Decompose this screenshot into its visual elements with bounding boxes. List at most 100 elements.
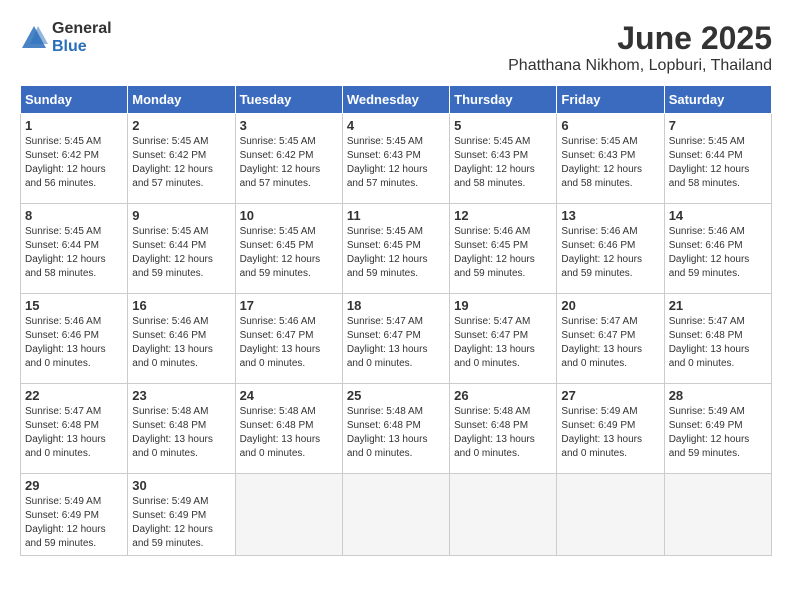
day-number: 29	[25, 478, 123, 493]
day-info: Sunrise: 5:46 AMSunset: 6:47 PMDaylight:…	[240, 315, 338, 371]
day-info: Sunrise: 5:49 AMSunset: 6:49 PMDaylight:…	[561, 405, 659, 461]
day-cell-13: 13 Sunrise: 5:46 AMSunset: 6:46 PMDaylig…	[557, 204, 664, 294]
day-cell-3: 3 Sunrise: 5:45 AMSunset: 6:42 PMDayligh…	[235, 114, 342, 204]
day-number: 4	[347, 118, 445, 133]
day-info: Sunrise: 5:47 AMSunset: 6:47 PMDaylight:…	[454, 315, 552, 371]
empty-cell	[664, 474, 771, 556]
logo: General Blue	[20, 20, 112, 55]
empty-cell	[450, 474, 557, 556]
day-cell-20: 20 Sunrise: 5:47 AMSunset: 6:47 PMDaylig…	[557, 294, 664, 384]
day-number: 30	[132, 478, 230, 493]
day-cell-17: 17 Sunrise: 5:46 AMSunset: 6:47 PMDaylig…	[235, 294, 342, 384]
day-cell-29: 29 Sunrise: 5:49 AMSunset: 6:49 PMDaylig…	[21, 474, 128, 556]
day-number: 13	[561, 208, 659, 223]
day-info: Sunrise: 5:45 AMSunset: 6:45 PMDaylight:…	[347, 225, 445, 281]
day-info: Sunrise: 5:45 AMSunset: 6:44 PMDaylight:…	[132, 225, 230, 281]
day-cell-12: 12 Sunrise: 5:46 AMSunset: 6:45 PMDaylig…	[450, 204, 557, 294]
day-info: Sunrise: 5:46 AMSunset: 6:46 PMDaylight:…	[669, 225, 767, 281]
day-number: 17	[240, 298, 338, 313]
day-info: Sunrise: 5:47 AMSunset: 6:48 PMDaylight:…	[669, 315, 767, 371]
day-info: Sunrise: 5:45 AMSunset: 6:44 PMDaylight:…	[25, 225, 123, 281]
day-cell-24: 24 Sunrise: 5:48 AMSunset: 6:48 PMDaylig…	[235, 384, 342, 474]
day-number: 27	[561, 388, 659, 403]
day-cell-21: 21 Sunrise: 5:47 AMSunset: 6:48 PMDaylig…	[664, 294, 771, 384]
week-row-3: 15 Sunrise: 5:46 AMSunset: 6:46 PMDaylig…	[21, 294, 772, 384]
day-number: 28	[669, 388, 767, 403]
week-row-4: 22 Sunrise: 5:47 AMSunset: 6:48 PMDaylig…	[21, 384, 772, 474]
day-info: Sunrise: 5:45 AMSunset: 6:45 PMDaylight:…	[240, 225, 338, 281]
day-info: Sunrise: 5:45 AMSunset: 6:43 PMDaylight:…	[561, 135, 659, 191]
header-saturday: Saturday	[664, 86, 771, 114]
day-number: 16	[132, 298, 230, 313]
day-number: 26	[454, 388, 552, 403]
header-sunday: Sunday	[21, 86, 128, 114]
day-cell-18: 18 Sunrise: 5:47 AMSunset: 6:47 PMDaylig…	[342, 294, 449, 384]
day-info: Sunrise: 5:45 AMSunset: 6:42 PMDaylight:…	[240, 135, 338, 191]
day-cell-6: 6 Sunrise: 5:45 AMSunset: 6:43 PMDayligh…	[557, 114, 664, 204]
day-number: 14	[669, 208, 767, 223]
location-title: Phatthana Nikhom, Lopburi, Thailand	[508, 57, 772, 75]
day-info: Sunrise: 5:48 AMSunset: 6:48 PMDaylight:…	[240, 405, 338, 461]
day-info: Sunrise: 5:45 AMSunset: 6:42 PMDaylight:…	[25, 135, 123, 191]
day-info: Sunrise: 5:45 AMSunset: 6:42 PMDaylight:…	[132, 135, 230, 191]
empty-cell	[235, 474, 342, 556]
day-info: Sunrise: 5:45 AMSunset: 6:43 PMDaylight:…	[347, 135, 445, 191]
day-cell-1: 1 Sunrise: 5:45 AMSunset: 6:42 PMDayligh…	[21, 114, 128, 204]
day-info: Sunrise: 5:49 AMSunset: 6:49 PMDaylight:…	[132, 495, 230, 551]
day-info: Sunrise: 5:49 AMSunset: 6:49 PMDaylight:…	[669, 405, 767, 461]
calendar-header-row: SundayMondayTuesdayWednesdayThursdayFrid…	[21, 86, 772, 114]
day-info: Sunrise: 5:46 AMSunset: 6:45 PMDaylight:…	[454, 225, 552, 281]
day-info: Sunrise: 5:45 AMSunset: 6:43 PMDaylight:…	[454, 135, 552, 191]
header: General Blue June 2025 Phatthana Nikhom,…	[20, 20, 772, 75]
day-cell-7: 7 Sunrise: 5:45 AMSunset: 6:44 PMDayligh…	[664, 114, 771, 204]
day-number: 15	[25, 298, 123, 313]
day-number: 21	[669, 298, 767, 313]
header-monday: Monday	[128, 86, 235, 114]
day-info: Sunrise: 5:46 AMSunset: 6:46 PMDaylight:…	[25, 315, 123, 371]
day-cell-8: 8 Sunrise: 5:45 AMSunset: 6:44 PMDayligh…	[21, 204, 128, 294]
day-number: 24	[240, 388, 338, 403]
day-number: 20	[561, 298, 659, 313]
day-cell-15: 15 Sunrise: 5:46 AMSunset: 6:46 PMDaylig…	[21, 294, 128, 384]
day-cell-9: 9 Sunrise: 5:45 AMSunset: 6:44 PMDayligh…	[128, 204, 235, 294]
empty-cell	[342, 474, 449, 556]
day-number: 19	[454, 298, 552, 313]
week-row-5: 29 Sunrise: 5:49 AMSunset: 6:49 PMDaylig…	[21, 474, 772, 556]
day-number: 25	[347, 388, 445, 403]
header-wednesday: Wednesday	[342, 86, 449, 114]
calendar: SundayMondayTuesdayWednesdayThursdayFrid…	[20, 85, 772, 556]
day-info: Sunrise: 5:48 AMSunset: 6:48 PMDaylight:…	[347, 405, 445, 461]
day-number: 8	[25, 208, 123, 223]
day-cell-25: 25 Sunrise: 5:48 AMSunset: 6:48 PMDaylig…	[342, 384, 449, 474]
week-row-1: 1 Sunrise: 5:45 AMSunset: 6:42 PMDayligh…	[21, 114, 772, 204]
day-number: 7	[669, 118, 767, 133]
logo-text-general: General	[52, 20, 112, 38]
day-cell-30: 30 Sunrise: 5:49 AMSunset: 6:49 PMDaylig…	[128, 474, 235, 556]
logo-text-blue: Blue	[52, 38, 112, 56]
day-cell-28: 28 Sunrise: 5:49 AMSunset: 6:49 PMDaylig…	[664, 384, 771, 474]
day-number: 5	[454, 118, 552, 133]
day-number: 11	[347, 208, 445, 223]
day-cell-2: 2 Sunrise: 5:45 AMSunset: 6:42 PMDayligh…	[128, 114, 235, 204]
day-info: Sunrise: 5:47 AMSunset: 6:47 PMDaylight:…	[561, 315, 659, 371]
empty-cell	[557, 474, 664, 556]
day-cell-16: 16 Sunrise: 5:46 AMSunset: 6:46 PMDaylig…	[128, 294, 235, 384]
day-number: 6	[561, 118, 659, 133]
day-number: 3	[240, 118, 338, 133]
day-info: Sunrise: 5:48 AMSunset: 6:48 PMDaylight:…	[132, 405, 230, 461]
day-cell-14: 14 Sunrise: 5:46 AMSunset: 6:46 PMDaylig…	[664, 204, 771, 294]
day-cell-10: 10 Sunrise: 5:45 AMSunset: 6:45 PMDaylig…	[235, 204, 342, 294]
day-cell-23: 23 Sunrise: 5:48 AMSunset: 6:48 PMDaylig…	[128, 384, 235, 474]
day-info: Sunrise: 5:46 AMSunset: 6:46 PMDaylight:…	[561, 225, 659, 281]
day-number: 22	[25, 388, 123, 403]
day-number: 10	[240, 208, 338, 223]
day-number: 1	[25, 118, 123, 133]
day-info: Sunrise: 5:48 AMSunset: 6:48 PMDaylight:…	[454, 405, 552, 461]
month-title: June 2025	[508, 20, 772, 57]
day-number: 23	[132, 388, 230, 403]
title-area: June 2025 Phatthana Nikhom, Lopburi, Tha…	[508, 20, 772, 75]
day-info: Sunrise: 5:47 AMSunset: 6:48 PMDaylight:…	[25, 405, 123, 461]
day-info: Sunrise: 5:45 AMSunset: 6:44 PMDaylight:…	[669, 135, 767, 191]
logo-icon	[20, 24, 48, 52]
day-cell-22: 22 Sunrise: 5:47 AMSunset: 6:48 PMDaylig…	[21, 384, 128, 474]
